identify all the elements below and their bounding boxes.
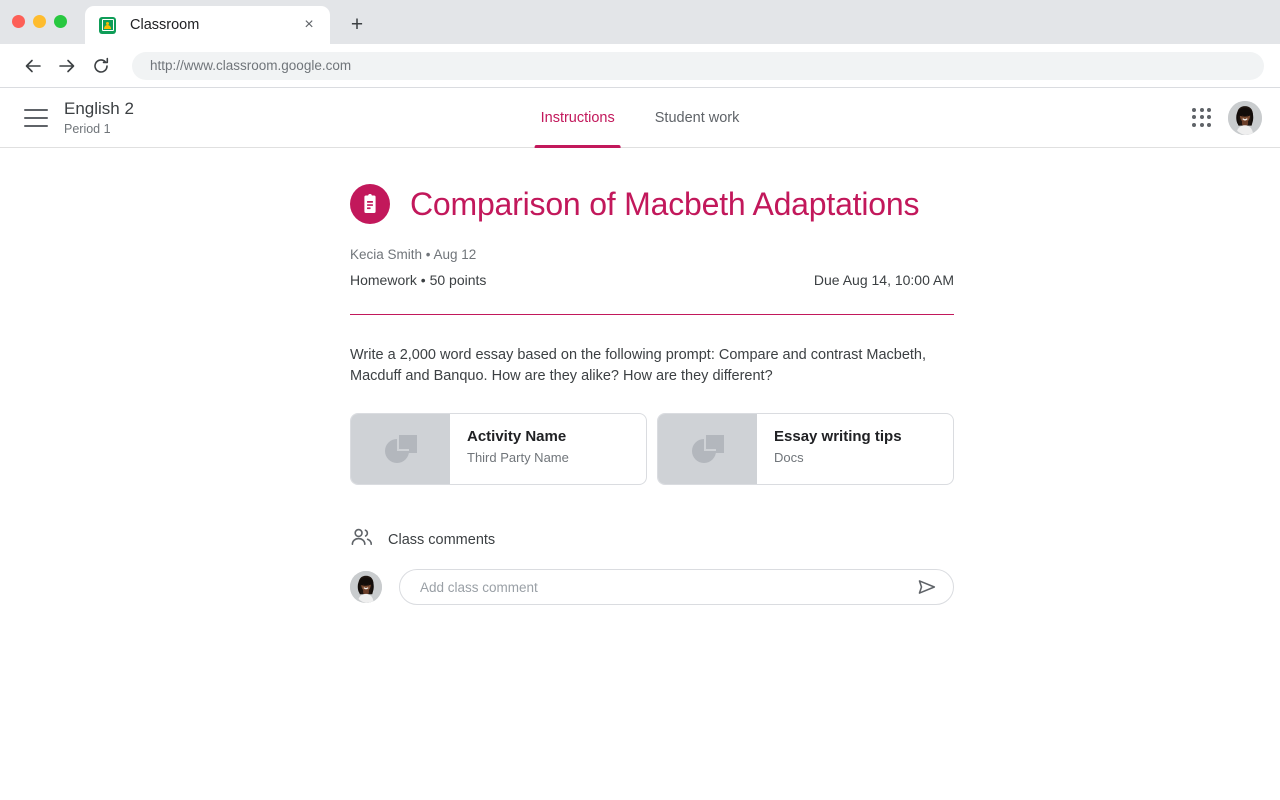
attachment-title: Activity Name bbox=[467, 428, 567, 445]
comment-input-container[interactable] bbox=[399, 569, 954, 605]
address-bar-url: http://www.classroom.google.com bbox=[150, 58, 352, 73]
window-maximize-button[interactable] bbox=[54, 15, 67, 28]
tab-title: Classroom bbox=[130, 17, 200, 33]
placeholder-thumbnail-icon bbox=[658, 414, 757, 484]
assignment-due-date: Due Aug 14, 10:00 AM bbox=[813, 272, 954, 288]
attachment-subtitle: Third Party Name bbox=[467, 450, 569, 465]
hamburger-menu-icon[interactable] bbox=[24, 108, 50, 127]
placeholder-thumbnail-icon bbox=[351, 414, 450, 484]
reload-icon[interactable] bbox=[84, 49, 118, 83]
window-close-button[interactable] bbox=[12, 15, 25, 28]
window-traffic-lights bbox=[12, 15, 67, 28]
course-name: English 2 bbox=[64, 98, 134, 118]
attachment-list: Activity Name Third Party Name Essay wri… bbox=[350, 413, 954, 485]
close-icon[interactable]: × bbox=[298, 14, 320, 36]
page-title: Comparison of Macbeth Adaptations bbox=[410, 186, 920, 222]
browser-tab[interactable]: Classroom × bbox=[85, 6, 330, 44]
comment-input[interactable] bbox=[420, 579, 915, 595]
class-comments-section: Class comments bbox=[350, 527, 954, 605]
assignment-description: Write a 2,000 word essay based on the fo… bbox=[350, 347, 927, 384]
avatar[interactable] bbox=[350, 571, 382, 603]
avatar[interactable] bbox=[1228, 100, 1262, 135]
assignment-clipboard-icon bbox=[350, 184, 390, 224]
assignment-author: Kecia Smith • Aug 12 bbox=[350, 247, 477, 262]
add-comment-row bbox=[350, 569, 954, 605]
class-comments-label: Class comments bbox=[388, 531, 496, 548]
divider bbox=[350, 314, 954, 315]
header-tabs: Instructions Student work bbox=[521, 88, 760, 148]
apps-grid-icon[interactable] bbox=[1188, 104, 1216, 132]
app-header: English 2 Period 1 Instructions Student … bbox=[0, 88, 1280, 148]
attachment-text: Essay writing tips Docs bbox=[757, 414, 953, 484]
window-minimize-button[interactable] bbox=[33, 15, 46, 28]
new-tab-button[interactable]: + bbox=[344, 11, 370, 37]
assignment-type-points: Homework • 50 points bbox=[350, 272, 487, 288]
google-classroom-icon bbox=[99, 16, 116, 34]
attachment-card[interactable]: Essay writing tips Docs bbox=[657, 413, 954, 485]
assignment-detail: Comparison of Macbeth Adaptations Kecia … bbox=[350, 148, 954, 605]
forward-arrow-icon[interactable] bbox=[50, 49, 84, 83]
back-arrow-icon[interactable] bbox=[16, 49, 50, 83]
main-content: Comparison of Macbeth Adaptations Kecia … bbox=[0, 148, 1280, 605]
class-comments-header: Class comments bbox=[350, 527, 954, 552]
browser-toolbar: http://www.classroom.google.com bbox=[0, 44, 1280, 87]
attachment-text: Activity Name Third Party Name bbox=[450, 414, 646, 484]
attachment-card[interactable]: Activity Name Third Party Name bbox=[350, 413, 647, 485]
assignment-meta: Homework • 50 points Due Aug 14, 10:00 A… bbox=[350, 271, 954, 290]
attachment-title: Essay writing tips bbox=[774, 428, 902, 445]
course-info[interactable]: English 2 Period 1 bbox=[64, 98, 134, 138]
people-icon bbox=[350, 527, 374, 552]
tab-student-work[interactable]: Student work bbox=[635, 88, 760, 148]
send-icon[interactable] bbox=[915, 575, 939, 599]
browser-chrome: Classroom × + bbox=[0, 0, 1280, 44]
tab-instructions[interactable]: Instructions bbox=[521, 88, 635, 148]
assignment-title-row: Comparison of Macbeth Adaptations bbox=[350, 184, 954, 224]
address-bar[interactable]: http://www.classroom.google.com bbox=[132, 51, 1264, 80]
header-actions bbox=[1188, 100, 1262, 135]
attachment-subtitle: Docs bbox=[774, 450, 804, 465]
course-section: Period 1 bbox=[64, 121, 111, 136]
